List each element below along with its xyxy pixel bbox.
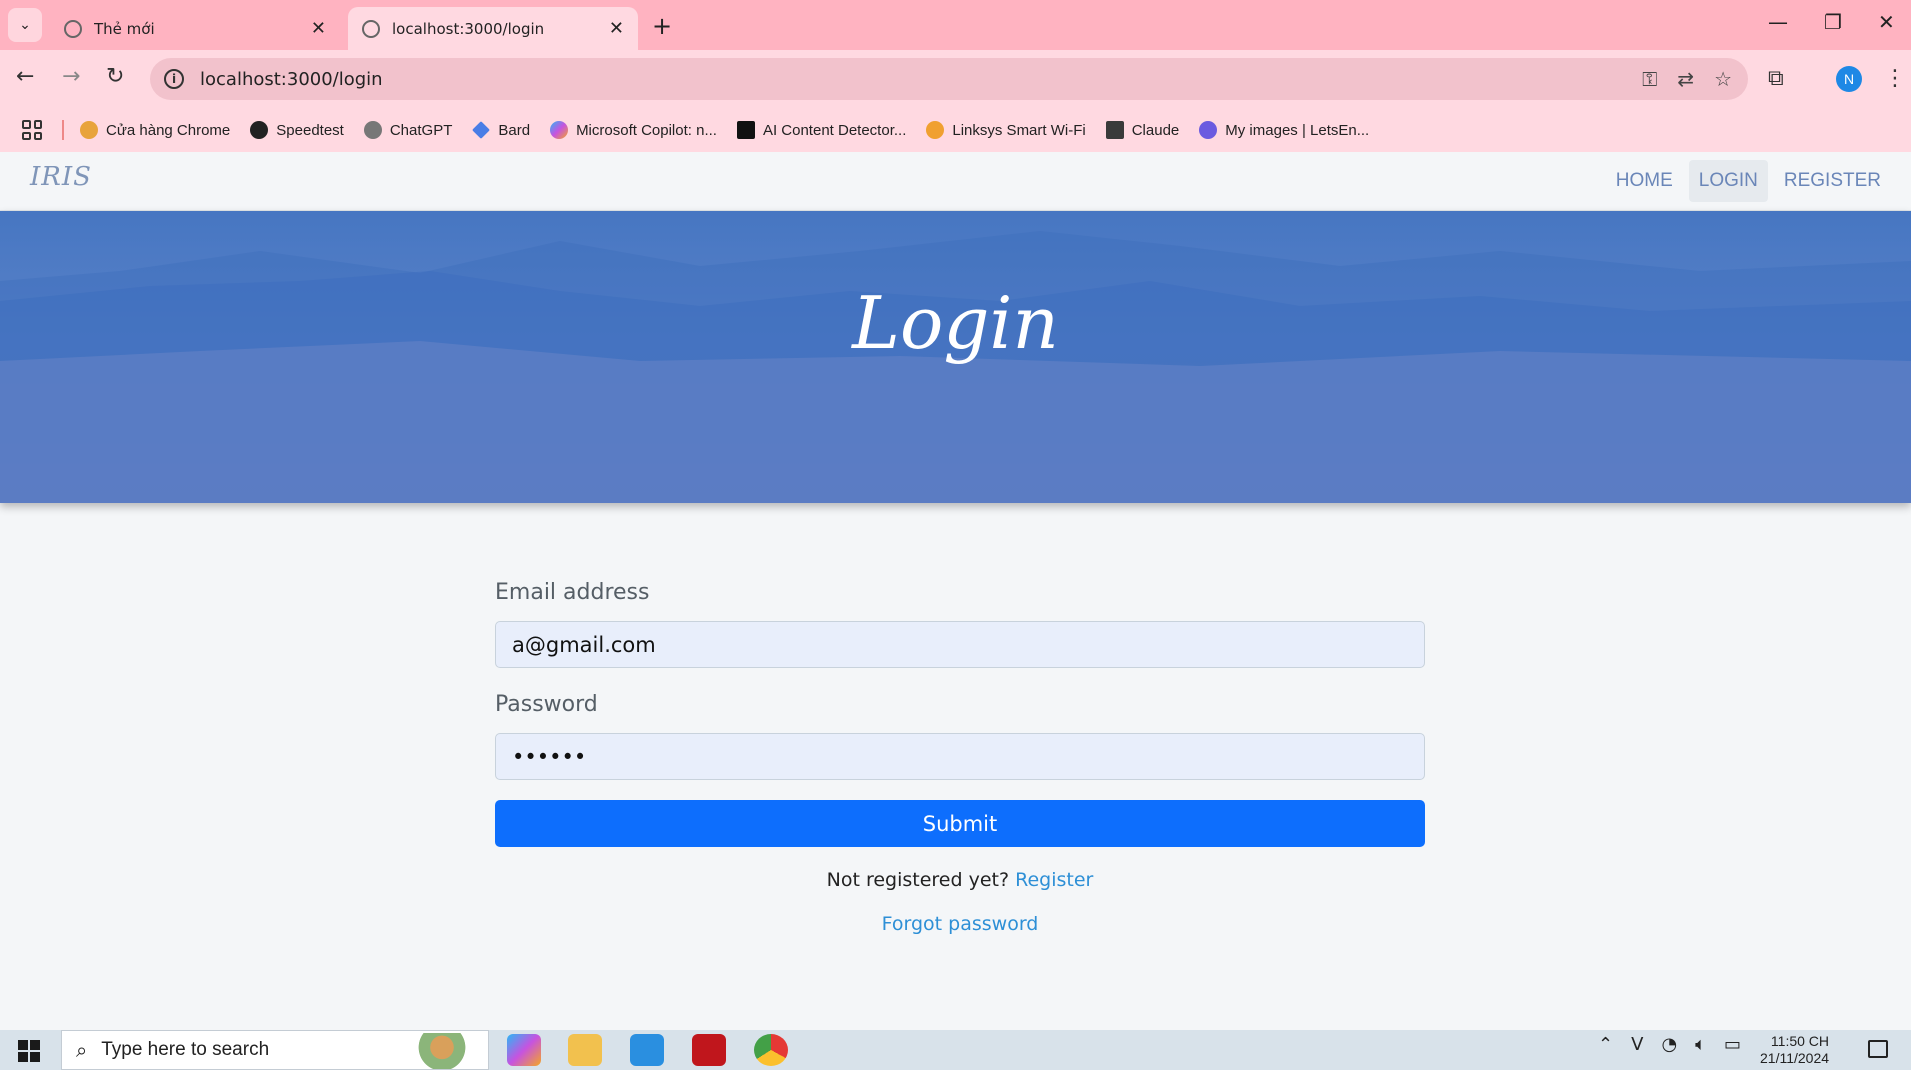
extensions-puzzle-icon[interactable]: ⧉ — [1768, 66, 1784, 91]
volume-icon[interactable]: 🔈︎ — [1695, 1034, 1706, 1055]
nav-home-link[interactable]: HOME — [1606, 160, 1683, 202]
forward-arrow-icon[interactable]: → — [62, 64, 80, 89]
linksys-icon — [926, 121, 945, 139]
clock-date: 21/11/2024 — [1760, 1050, 1830, 1066]
new-tab-button[interactable]: + — [652, 12, 672, 40]
email-label: Email address — [495, 580, 650, 605]
password-key-icon[interactable]: ⚿ — [1642, 67, 1657, 91]
bookmark-label: Cửa hàng Chrome — [106, 121, 231, 139]
bookmark-item[interactable]: My images | LetsEn... — [1199, 121, 1369, 139]
search-highlight-illustration — [410, 1033, 474, 1069]
bookmark-label: My images | LetsEn... — [1225, 121, 1370, 139]
claude-icon — [1105, 121, 1124, 139]
register-prompt: Not registered yet? Register — [495, 869, 1425, 891]
submit-button[interactable]: Submit — [495, 800, 1425, 847]
bookmark-star-icon[interactable]: ☆ — [1714, 67, 1732, 91]
search-placeholder: Type here to search — [101, 1039, 270, 1060]
reload-icon[interactable]: ↻ — [106, 64, 124, 89]
menu-kebab-icon[interactable]: ⋮ — [1884, 66, 1906, 91]
address-url[interactable]: localhost:3000/login — [200, 69, 383, 90]
bookmark-item[interactable]: Speedtest — [250, 121, 344, 139]
chrome-taskbar-icon[interactable] — [754, 1034, 788, 1066]
tray-v-icon[interactable]: V — [1631, 1034, 1643, 1055]
bookmark-label: Bard — [498, 121, 531, 139]
email-field[interactable] — [495, 621, 1425, 668]
translate-icon[interactable]: ⇄ — [1677, 67, 1694, 91]
nav-login-link[interactable]: LOGIN — [1688, 160, 1768, 202]
tab-title: Thẻ mới — [94, 19, 155, 38]
tab-close-icon[interactable]: ✕ — [609, 18, 624, 39]
page-title: Login — [852, 281, 1059, 365]
bookmark-item[interactable]: ChatGPT — [363, 121, 453, 139]
tab-new-tab[interactable]: Thẻ mới ✕ — [50, 7, 340, 50]
not-registered-text: Not registered yet? — [826, 869, 1010, 891]
profile-avatar[interactable]: N — [1836, 66, 1862, 92]
garena-icon[interactable] — [692, 1034, 726, 1066]
close-window-icon[interactable]: ✕ — [1878, 10, 1895, 34]
site-navbar: IRIS HOME LOGIN REGISTER — [0, 152, 1911, 211]
hero-banner: Login — [0, 211, 1911, 503]
password-label: Password — [495, 692, 598, 717]
vscode-icon[interactable] — [630, 1034, 664, 1066]
wifi-icon[interactable]: ◔ — [1661, 1034, 1677, 1055]
bookmark-item[interactable]: Claude — [1105, 121, 1180, 139]
bookmarks-bar: Cửa hàng Chrome Speedtest ChatGPT Bard M… — [0, 108, 1911, 152]
tab-login[interactable]: localhost:3000/login ✕ — [348, 7, 638, 50]
bard-sparkle-icon — [472, 121, 491, 139]
bookmark-item[interactable]: AI Content Detector... — [736, 121, 907, 139]
forgot-password-link[interactable]: Forgot password — [495, 913, 1425, 935]
file-explorer-icon[interactable] — [568, 1034, 602, 1066]
ai-detector-icon — [736, 121, 755, 139]
tab-strip: ⌄ Thẻ mới ✕ localhost:3000/login ✕ + — ❐… — [0, 0, 1911, 50]
taskbar-clock[interactable]: 11:50 CH 21/11/2024 — [1760, 1033, 1829, 1067]
windows-taskbar: ⌕ Type here to search ⌃ V ◔ 🔈︎ ▭ 11:50 C… — [0, 1030, 1911, 1070]
minimize-icon[interactable]: — — [1768, 10, 1788, 34]
chrome-favicon-icon — [64, 19, 82, 38]
restore-icon[interactable]: ❐ — [1824, 10, 1842, 34]
site-info-icon[interactable]: i — [164, 69, 184, 89]
battery-icon[interactable]: ▭ — [1724, 1034, 1741, 1055]
back-arrow-icon[interactable]: ← — [16, 64, 34, 89]
chrome-store-icon — [80, 121, 98, 139]
bookmark-label: ChatGPT — [389, 121, 453, 139]
chatgpt-icon — [363, 121, 382, 139]
bookmark-label: Microsoft Copilot: n... — [576, 121, 717, 139]
notification-center-icon[interactable] — [1868, 1040, 1888, 1058]
tab-close-icon[interactable]: ✕ — [311, 18, 326, 39]
bookmark-label: Linksys Smart Wi-Fi — [952, 121, 1086, 139]
tab-title: localhost:3000/login — [392, 19, 545, 38]
browser-toolbar: ← → ↻ i localhost:3000/login ⚿ ⇄ ☆ ⧉ N ⋮ — [0, 50, 1911, 108]
speedtest-icon — [250, 121, 269, 139]
bookmark-item[interactable]: Microsoft Copilot: n... — [550, 121, 717, 139]
apps-grid-icon[interactable] — [22, 120, 42, 140]
brand-logo[interactable]: IRIS — [30, 162, 92, 192]
login-form: Email address Password Submit Not regist… — [495, 580, 1425, 935]
bookmark-divider — [62, 120, 64, 140]
bookmark-item[interactable]: Linksys Smart Wi-Fi — [926, 121, 1086, 139]
register-link[interactable]: Register — [1015, 869, 1093, 891]
clock-time: 11:50 CH — [1770, 1033, 1830, 1049]
password-field[interactable] — [495, 733, 1425, 780]
bookmark-item[interactable]: Cửa hàng Chrome — [80, 121, 230, 139]
tab-search-chevron-icon[interactable]: ⌄ — [8, 8, 42, 42]
search-icon: ⌕ — [76, 1038, 88, 1062]
tray-chevron-up-icon[interactable]: ⌃ — [1598, 1034, 1613, 1055]
bookmark-label: AI Content Detector... — [762, 121, 907, 139]
windows-start-icon[interactable] — [18, 1040, 40, 1062]
globe-favicon-icon — [362, 19, 380, 38]
bookmark-item[interactable]: Bard — [472, 121, 530, 139]
bookmark-label: Speedtest — [276, 121, 344, 139]
letsenhance-icon — [1199, 121, 1218, 139]
copilot-taskbar-icon[interactable] — [507, 1034, 541, 1066]
copilot-icon — [550, 121, 569, 139]
nav-register-link[interactable]: REGISTER — [1774, 160, 1891, 202]
bookmark-label: Claude — [1131, 121, 1180, 139]
taskbar-search-box[interactable]: ⌕ Type here to search — [61, 1030, 489, 1070]
address-bar[interactable]: i localhost:3000/login ⚿ ⇄ ☆ — [150, 58, 1748, 100]
